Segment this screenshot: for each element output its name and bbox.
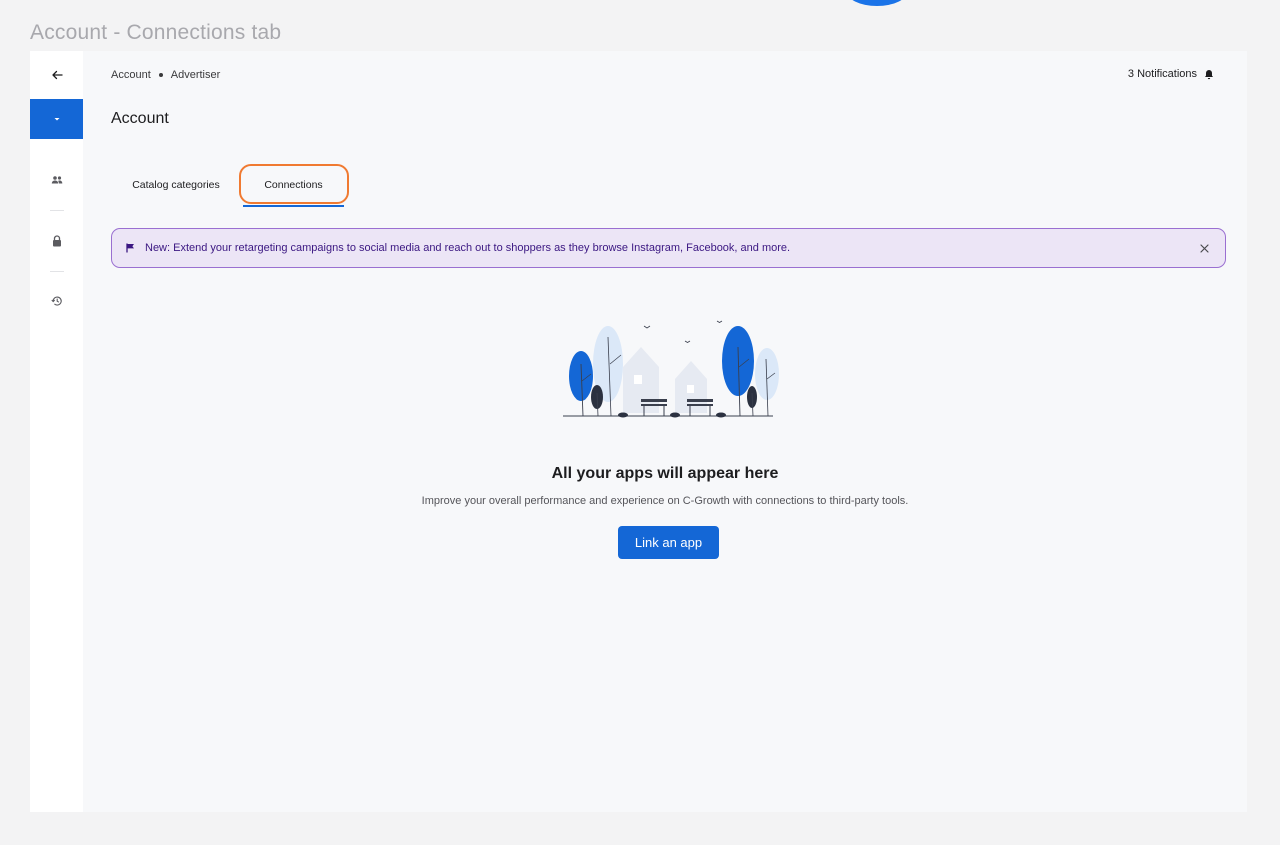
empty-state-illustration [563,320,779,418]
sidebar-divider [50,210,64,211]
tab-connections[interactable]: Connections [243,165,344,207]
app-frame: Account Advertiser 3 Notifications Accou… [30,51,1247,812]
tab-connections-label: Connections [264,179,323,191]
account-switcher-button[interactable] [30,99,83,139]
banner-text: New: Extend your retargeting campaigns t… [145,242,791,254]
chevron-down-icon [54,118,59,121]
sidebar-item-security[interactable] [30,221,83,261]
back-arrow-icon [51,70,63,80]
screenshot-caption: Account - Connections tab [30,21,282,44]
history-icon [50,296,62,306]
bell-icon [1205,69,1213,79]
lock-icon [52,235,61,247]
notifications-button[interactable]: 3 Notifications [1128,68,1214,80]
close-icon[interactable] [1196,240,1212,256]
link-app-button[interactable]: Link an app [618,526,719,559]
empty-state-title: All your apps will appear here [551,465,779,482]
announcement-banner: New: Extend your retargeting campaigns t… [111,228,1226,268]
sidebar-item-users[interactable] [30,160,83,200]
main-content: Account Advertiser 3 Notifications Accou… [83,51,1247,812]
decorative-blob [846,0,908,6]
flag-icon [126,243,135,253]
users-icon [51,176,62,184]
back-button[interactable] [30,55,83,95]
sidebar-item-history[interactable] [30,281,83,321]
breadcrumb-item-account[interactable]: Account [111,69,151,81]
empty-state-subtitle: Improve your overall performance and exp… [421,495,909,507]
sidebar [30,51,83,812]
breadcrumb-separator [158,73,163,77]
sidebar-divider [50,271,64,272]
active-tab-indicator [243,205,344,207]
breadcrumb: Account Advertiser [111,69,220,81]
breadcrumb-item-advertiser[interactable]: Advertiser [171,69,221,81]
notifications-label: 3 Notifications [1127,68,1197,80]
page-title: Account [111,110,169,127]
tab-catalog-categories[interactable]: Catalog categories [111,165,241,205]
